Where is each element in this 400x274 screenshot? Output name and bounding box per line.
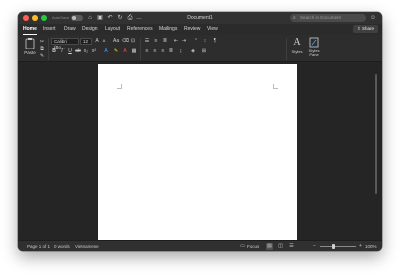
sort-icon[interactable]: ↕ [202, 38, 208, 44]
numbering-icon[interactable]: ≡ [153, 38, 159, 44]
increase-indent-icon[interactable]: ⇥ [181, 38, 187, 44]
font-color-icon[interactable]: A [122, 48, 128, 54]
font-color-effects-icon[interactable]: A [103, 48, 109, 54]
underline-icon[interactable]: U [67, 48, 73, 54]
home-icon[interactable]: ⌂ [86, 14, 94, 22]
styles-pane-button[interactable]: Styles Pane [306, 37, 322, 61]
tab-design[interactable]: Design [82, 25, 98, 34]
status-bar: Page 1 of 1 0 words Vietnamese ▭ Focus ▤… [18, 240, 382, 251]
align-right-icon[interactable]: ≡ [160, 48, 166, 54]
scroll-thumb[interactable] [375, 74, 377, 194]
search-icon: ⌕ [293, 15, 296, 21]
shading-icon[interactable]: ▦ [131, 48, 137, 54]
minimize-window-button[interactable] [32, 15, 38, 21]
styles-pane-icon [309, 37, 319, 48]
share-label: Share [362, 26, 375, 31]
change-case-icon[interactable]: Aa [113, 38, 119, 44]
ribbon-separator [140, 38, 141, 60]
align-left-icon[interactable]: ≡ [144, 48, 150, 54]
share-button[interactable]: ⇪ Share [353, 25, 378, 33]
ribbon-separator [48, 38, 49, 60]
document-canvas[interactable] [18, 62, 382, 240]
text-effects-icon[interactable]: ⊡ [130, 38, 136, 44]
web-layout-view-icon[interactable]: ◫ [277, 243, 284, 250]
tab-references[interactable]: References [127, 25, 153, 34]
page-count[interactable]: Page 1 of 1 [27, 242, 50, 251]
tab-home[interactable]: Home [23, 25, 37, 34]
maximize-window-button[interactable] [41, 15, 47, 21]
outline-view-icon[interactable]: ☰ [288, 243, 295, 250]
focus-icon[interactable]: ▭ [239, 243, 246, 250]
more-icon[interactable]: … [135, 14, 143, 22]
multilevel-list-icon[interactable]: ≣ [162, 38, 168, 44]
search-input[interactable]: Search in Document [300, 14, 341, 22]
format-painter-icon[interactable]: ✎ [39, 53, 45, 59]
align-center-icon[interactable]: ≡ [152, 48, 158, 54]
zoom-slider[interactable] [320, 246, 356, 247]
focus-button[interactable]: Focus [247, 242, 259, 251]
smiley-icon[interactable]: ☺ [369, 14, 377, 22]
line-spacing-icon[interactable]: ↨ [178, 48, 184, 54]
copy-icon[interactable]: ⧉ [39, 46, 45, 52]
word-window: AutoSave ⌂ ▣ ↶ ↻ ⎙ … Document1 ⌕ Search … [18, 12, 382, 251]
zoom-slider-knob[interactable] [332, 244, 335, 249]
save-icon[interactable]: ▣ [96, 14, 104, 22]
styles-pane-label: Styles Pane [308, 48, 320, 57]
print-layout-view-icon[interactable]: ▤ [266, 243, 273, 250]
italic-icon[interactable]: I [59, 48, 65, 54]
close-window-button[interactable] [23, 15, 29, 21]
title-bar: AutoSave ⌂ ▣ ↶ ↻ ⎙ … Document1 ⌕ Search … [18, 12, 382, 24]
autosave-toggle[interactable] [71, 15, 83, 21]
ribbon-separator [286, 38, 287, 60]
decrease-indent-icon[interactable]: ⇤ [173, 38, 179, 44]
tab-view[interactable]: View [207, 25, 218, 34]
superscript-icon[interactable]: x² [91, 48, 97, 54]
document-page[interactable] [98, 64, 297, 240]
font-name-select[interactable]: Calibri (Bo... [51, 38, 79, 50]
tab-layout[interactable]: Layout [105, 25, 120, 34]
styles-button[interactable]: A Styles [290, 37, 304, 61]
tab-draw[interactable]: Draw [64, 25, 76, 34]
search-box[interactable]: ⌕ Search in Document [290, 14, 366, 22]
word-count[interactable]: 0 words [54, 242, 70, 251]
shrink-font-icon[interactable]: A [101, 38, 107, 44]
asian-layout-icon[interactable]: ⌃ [193, 38, 199, 44]
clipboard-icon [25, 38, 35, 49]
paste-label: Paste [24, 50, 36, 55]
undo-icon[interactable]: ↶ [106, 14, 114, 22]
clear-formatting-icon[interactable]: ⌫ [122, 38, 129, 44]
language-indicator[interactable]: Vietnamese [75, 242, 99, 251]
ribbon-home: Paste ✂ ⧉ ✎ Calibri (Bo... 12 A A Aa ⌫ ⊡… [18, 35, 382, 62]
paragraph-shading-icon[interactable]: ◈ [190, 48, 196, 54]
borders-icon[interactable]: ⊞ [201, 48, 207, 54]
tab-mailings[interactable]: Mailings [159, 25, 177, 34]
print-icon[interactable]: ⎙ [126, 14, 134, 22]
tab-insert[interactable]: Insert [43, 25, 56, 34]
styles-label: Styles [291, 49, 303, 54]
autosave-label: AutoSave [52, 15, 70, 20]
margin-mark-top-left [117, 84, 122, 89]
bold-icon[interactable]: B [51, 48, 57, 54]
justify-icon[interactable]: ≣ [168, 48, 174, 54]
zoom-level[interactable]: 100% [365, 242, 377, 251]
vertical-scrollbar[interactable] [374, 64, 378, 238]
margin-mark-top-right [273, 84, 278, 89]
redo-icon[interactable]: ↻ [116, 14, 124, 22]
subscript-icon[interactable]: x₂ [83, 48, 89, 54]
font-size-select[interactable]: 12 [80, 38, 92, 45]
tab-review[interactable]: Review [184, 25, 200, 34]
strikethrough-icon[interactable]: ab [75, 48, 81, 54]
paste-button[interactable]: Paste [22, 37, 38, 59]
highlight-icon[interactable]: ✎ [113, 48, 119, 54]
bullets-icon[interactable]: ☰ [144, 38, 150, 44]
grow-font-icon[interactable]: A [94, 38, 100, 44]
show-formatting-icon[interactable]: ¶ [212, 38, 218, 44]
ribbon-tabs: Home Insert Draw Design Layout Reference… [18, 24, 382, 35]
cut-icon[interactable]: ✂ [39, 39, 45, 45]
zoom-out-icon[interactable]: − [311, 243, 318, 250]
zoom-in-icon[interactable]: + [357, 243, 364, 250]
styles-icon: A [293, 37, 301, 48]
